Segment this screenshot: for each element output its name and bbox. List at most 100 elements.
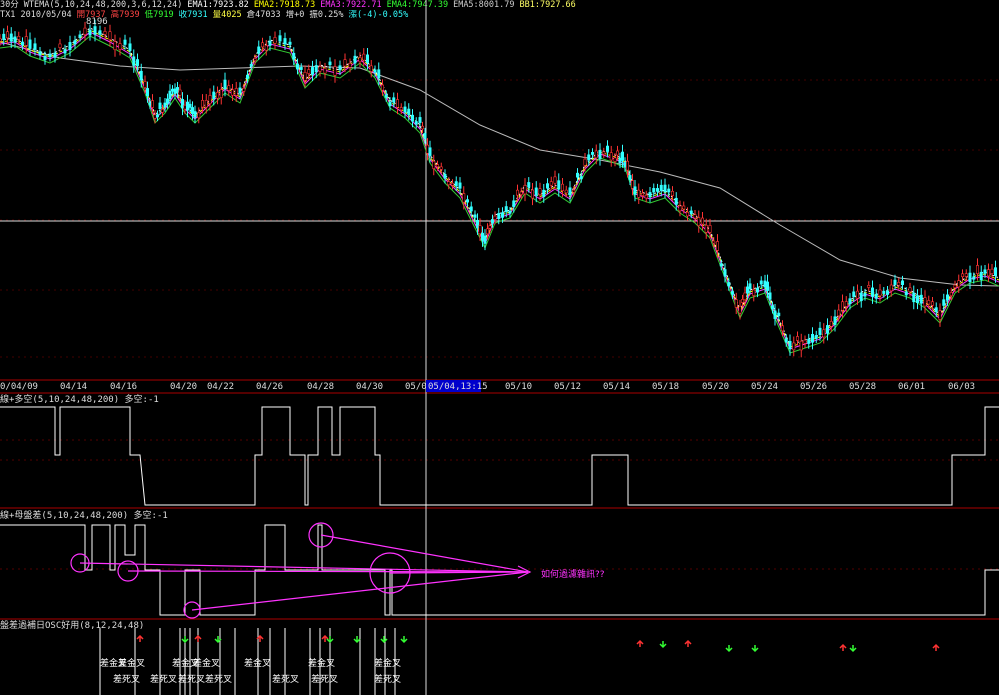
candle-body [549,181,553,186]
candle-body [882,290,886,294]
candle-body [191,107,195,114]
candle-body [20,41,24,46]
candle-body [435,164,439,168]
ema1-line [0,27,999,346]
cursor-label: 05/04,13:15 [428,382,488,392]
candle-body [870,287,874,297]
candle-body [353,55,357,64]
candle-body [859,292,863,302]
candle-body [384,94,388,98]
candle-body [833,316,837,325]
candle-body [264,45,268,51]
candle-body [283,38,287,45]
candle-body [146,88,150,97]
candle-body [358,57,362,63]
candle-body [829,321,833,327]
candle-body [181,99,185,109]
signal-label-golden: 差金叉 [308,657,335,669]
candle-body [700,217,704,225]
candle-body [388,101,392,107]
candle-body [734,299,738,308]
candle-body [465,199,469,203]
candle-body [640,192,644,196]
candle-body [176,87,180,93]
x-axis-tick: 05/0 [405,382,427,392]
candle-body [178,89,182,96]
candle-body [362,53,366,61]
candle-body [168,90,172,99]
candle-body [979,271,983,281]
signal-label-golden: 差金叉 [244,657,271,669]
candle-body [219,89,223,98]
candle-body [373,69,377,73]
x-axis-tick: 05/12 [554,382,581,392]
x-axis-tick: 05/24 [751,382,778,392]
candle-body [9,33,13,42]
signal-label-death: 差死叉 [205,673,232,685]
x-axis-tick: 05/10 [505,382,532,392]
candle-body [748,283,752,290]
x-axis-tick: 06/03 [948,382,975,392]
candle-body [810,333,814,343]
candle-body [193,111,197,118]
candle-body [227,85,231,91]
candle-body [246,74,250,79]
candle-body [519,191,523,195]
signal-label-golden: 差金叉 [193,657,220,669]
candle-body [380,84,384,91]
candle-body [848,298,852,305]
ema5-line [0,41,999,287]
candle-body [620,151,624,161]
candle-body [483,235,487,244]
candle-body [602,151,606,155]
candle-body [598,150,602,159]
candle-body [780,325,784,332]
candle-body [609,152,613,161]
x-axis-tick: 04/16 [110,382,137,392]
candle-body [770,305,774,310]
candle-body [93,26,97,35]
candle-body [792,342,796,351]
candle-body [685,211,689,217]
candle-body [201,100,205,108]
candle-body [919,294,923,304]
candle-body [837,309,841,317]
candle-body [697,217,701,226]
candle-body [43,55,47,61]
candle-body [934,307,938,313]
candle-body [33,43,37,50]
candle-body [136,59,140,66]
candle-body [763,280,767,288]
candle-body [469,206,473,212]
candle-body [583,158,587,166]
candle-body [579,176,583,179]
x-axis-tick: 05/28 [849,382,876,392]
candle-body [257,46,261,54]
candle-body [618,157,622,164]
candle-body [983,269,987,274]
candle-body [682,205,686,210]
candle-body [462,193,466,203]
candle-body [904,291,908,296]
candle-body [295,63,299,70]
candle-body [260,42,264,48]
candle-body [923,297,927,307]
candle-body [490,219,494,224]
candle-body [953,284,957,289]
candle-body [238,87,242,94]
candle-body [399,107,403,111]
candle-body [712,240,716,244]
candle-body [197,112,201,119]
panel-title-diff: 線+母盤差(5,10,24,48,200) 多空:-1 [0,511,168,521]
candle-body [278,35,282,42]
candle-body [118,43,122,50]
candle-body [844,301,848,307]
candle-body [615,150,619,156]
candle-body [473,214,477,218]
candle-body [730,291,734,295]
candle-body [915,295,919,303]
candle-body [249,63,253,67]
candle-body [795,336,799,341]
candle-body [605,145,609,152]
candle-body [428,147,432,156]
